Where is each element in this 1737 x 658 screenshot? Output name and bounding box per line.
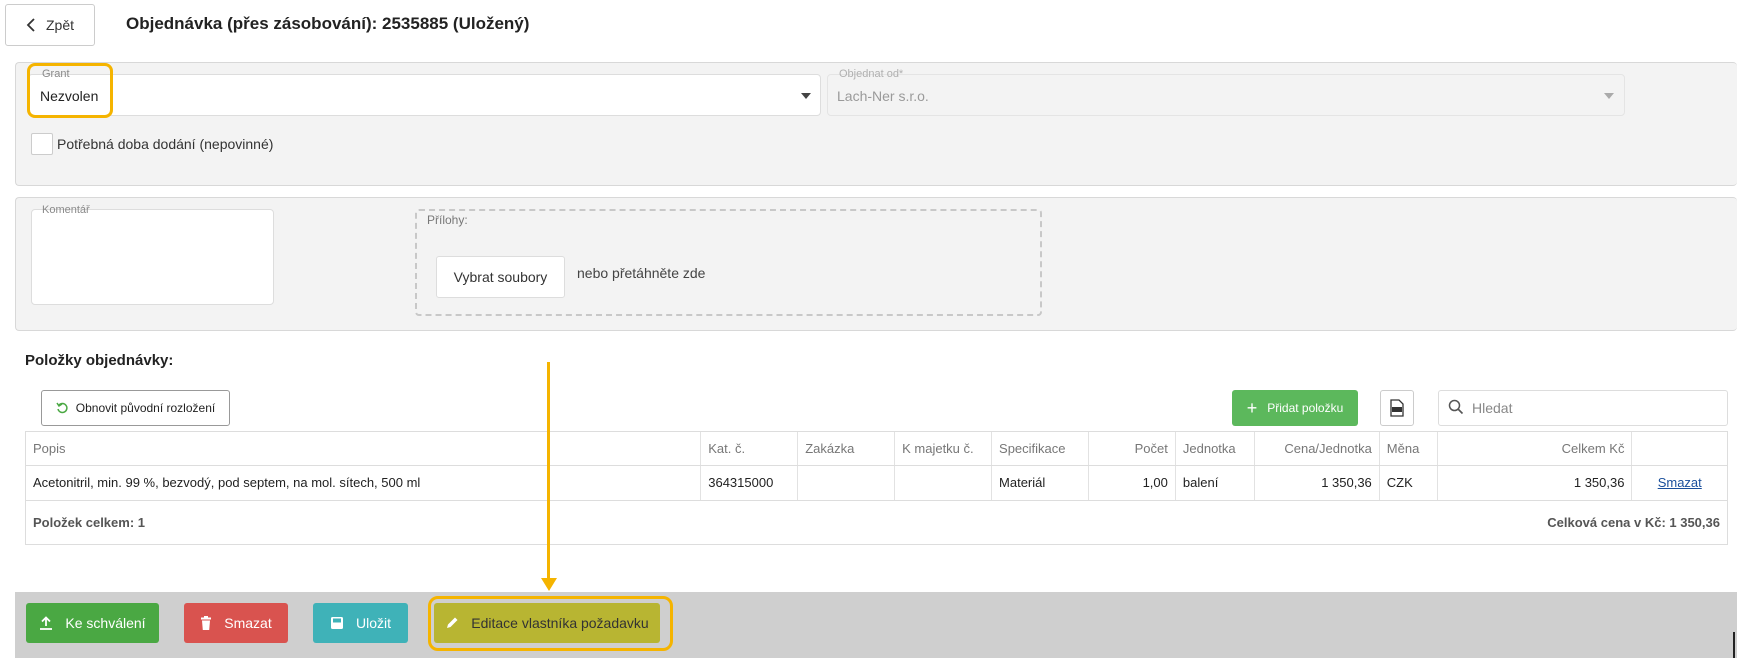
column-header[interactable]: Zakázka bbox=[797, 432, 896, 466]
cell-unit-price: 1 350,36 bbox=[1254, 465, 1380, 501]
column-header[interactable]: Měna bbox=[1379, 432, 1438, 466]
column-header[interactable]: Počet bbox=[1088, 432, 1176, 466]
items-table: Popis Kat. č. Zakázka K majetku č. Speci… bbox=[25, 431, 1728, 545]
chevron-left-icon bbox=[26, 18, 35, 32]
edit-owner-highlight bbox=[428, 596, 673, 651]
column-header[interactable]: Kat. č. bbox=[700, 432, 799, 466]
column-header[interactable]: Celkem Kč bbox=[1437, 432, 1633, 466]
undo-icon bbox=[56, 402, 68, 414]
cell-contract bbox=[797, 465, 896, 501]
column-header[interactable]: K majetku č. bbox=[894, 432, 993, 466]
back-button[interactable]: Zpět bbox=[5, 4, 95, 46]
table-row: Acetonitril, min. 99 %, bezvodý, pod sep… bbox=[26, 465, 1727, 501]
delete-label: Smazat bbox=[224, 615, 272, 631]
plus-icon: + bbox=[1246, 398, 1258, 418]
column-header[interactable]: Cena/Jednotka bbox=[1254, 432, 1380, 466]
save-label: Uložit bbox=[355, 615, 391, 631]
cell-specification: Materiál bbox=[991, 465, 1089, 501]
back-label: Zpět bbox=[45, 17, 74, 33]
save-icon bbox=[330, 617, 343, 629]
delete-button[interactable]: Smazat bbox=[184, 603, 288, 643]
cell-currency: CZK bbox=[1379, 465, 1438, 501]
xlsx-file-icon bbox=[1390, 399, 1404, 417]
annotation-arrow-line bbox=[547, 362, 550, 578]
cell-asset-number bbox=[894, 465, 993, 501]
add-item-label: Přidat položku bbox=[1267, 401, 1344, 415]
delivery-time-label: Potřebná doba dodání (nepovinné) bbox=[57, 136, 274, 152]
submit-for-approval-button[interactable]: Ke schválení bbox=[26, 603, 159, 643]
delivery-time-checkbox[interactable] bbox=[31, 133, 53, 155]
trash-icon bbox=[201, 616, 212, 630]
edge-divider bbox=[1733, 632, 1735, 658]
order-from-value: Lach-Ner s.r.o. bbox=[837, 88, 929, 104]
select-files-button[interactable]: Vybrat soubory bbox=[436, 256, 565, 298]
chevron-down-icon bbox=[1604, 93, 1614, 99]
page-title: Objednávka (přes zásobování): 2535885 (U… bbox=[126, 14, 530, 33]
cell-catalog-number: 364315000 bbox=[700, 465, 799, 501]
column-header bbox=[1631, 432, 1727, 466]
items-count: Položek celkem: 1 bbox=[33, 514, 145, 530]
upload-icon bbox=[40, 616, 53, 630]
table-header-row: Popis Kat. č. Zakázka K majetku č. Speci… bbox=[26, 432, 1727, 466]
cell-quantity: 1,00 bbox=[1088, 465, 1176, 501]
approve-label: Ke schválení bbox=[65, 615, 146, 631]
attachments-label: Přílohy: bbox=[427, 213, 468, 227]
cell-description: Acetonitril, min. 99 %, bezvodý, pod sep… bbox=[26, 465, 702, 501]
comment-textarea[interactable] bbox=[31, 209, 274, 305]
save-button[interactable]: Uložit bbox=[313, 603, 408, 643]
column-header[interactable]: Specifikace bbox=[991, 432, 1089, 466]
drop-hint: nebo přetáhněte zde bbox=[577, 265, 706, 281]
column-header[interactable]: Jednotka bbox=[1175, 432, 1255, 466]
reset-layout-label: Obnovit původní rozložení bbox=[75, 401, 216, 415]
search-icon bbox=[1448, 399, 1464, 420]
comment-label: Komentář bbox=[42, 204, 90, 216]
order-from-select bbox=[827, 74, 1625, 116]
export-xlsx-button[interactable] bbox=[1380, 390, 1414, 426]
order-from-label: Objednat od* bbox=[839, 68, 904, 80]
grant-highlight bbox=[27, 63, 113, 118]
column-header[interactable]: Popis bbox=[26, 432, 702, 466]
items-total-price: Celková cena v Kč: 1 350,36 bbox=[1547, 514, 1720, 530]
cell-total: 1 350,36 bbox=[1437, 465, 1633, 501]
add-item-button[interactable]: + Přidat položku bbox=[1232, 390, 1358, 426]
cell-unit: balení bbox=[1175, 465, 1255, 501]
chevron-down-icon[interactable] bbox=[801, 93, 811, 99]
reset-layout-button[interactable]: Obnovit původní rozložení bbox=[41, 390, 230, 426]
annotation-arrow-head bbox=[541, 578, 557, 591]
grant-select[interactable] bbox=[28, 74, 821, 116]
items-section-title: Položky objednávky: bbox=[25, 352, 174, 369]
delete-row-link[interactable]: Smazat bbox=[1631, 465, 1727, 501]
search-input[interactable] bbox=[1470, 392, 1720, 424]
table-footer-row: Položek celkem: 1 Celková cena v Kč: 1 3… bbox=[26, 500, 1727, 544]
